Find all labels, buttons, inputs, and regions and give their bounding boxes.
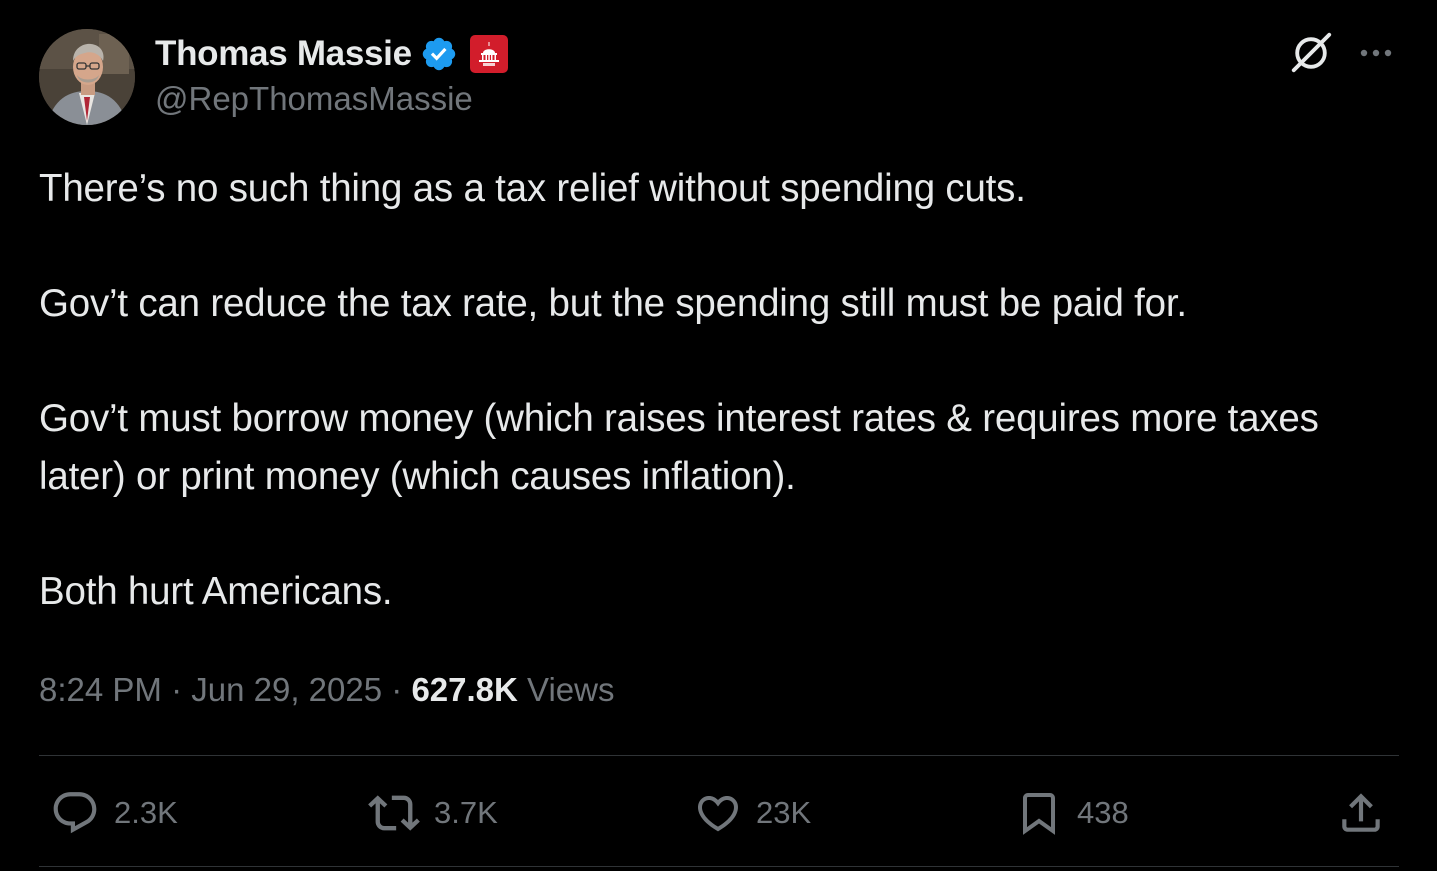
author-handle[interactable]: @RepThomasMassie [155, 80, 473, 118]
reply-count: 2.3K [114, 795, 178, 830]
tweet-time[interactable]: 8:24 PM [39, 671, 162, 708]
repost-button[interactable]: 3.7K [368, 786, 498, 840]
tweet-paragraph: Gov’t can reduce the tax rate, but the s… [39, 282, 1187, 325]
like-button[interactable]: 23K [694, 786, 811, 840]
divider [39, 866, 1399, 867]
tweet-text: There’s no such thing as a tax relief wi… [39, 160, 1399, 678]
avatar[interactable] [39, 29, 135, 125]
author-name-row: Thomas Massie [155, 32, 508, 76]
author-display-name[interactable]: Thomas Massie [155, 34, 412, 74]
meta-separator: · [171, 671, 183, 708]
meta-separator: · [391, 671, 403, 708]
tweet-paragraph: There’s no such thing as a tax relief wi… [39, 167, 1026, 210]
grok-icon[interactable] [1288, 30, 1334, 76]
divider [39, 755, 1399, 756]
verified-icon[interactable] [420, 35, 458, 73]
repost-count: 3.7K [434, 795, 498, 830]
tweet-meta: 8:24 PM · Jun 29, 2025 · 627.8K Views [39, 666, 614, 714]
avatar-image [39, 29, 135, 125]
tweet-paragraph: Gov’t must borrow money (which raises in… [39, 397, 1319, 498]
bookmark-button[interactable]: 438 [1015, 786, 1129, 840]
share-button[interactable] [1336, 786, 1386, 840]
reply-button[interactable]: 2.3K [50, 786, 178, 840]
bookmark-count: 438 [1077, 795, 1129, 830]
tweet-paragraph: Both hurt Americans. [39, 570, 393, 613]
heart-icon [697, 796, 739, 832]
like-count: 23K [756, 795, 812, 830]
views-count[interactable]: 627.8K [411, 671, 517, 708]
tweet-card: Thomas Massie @RepThomasMassie There’s n… [0, 0, 1437, 871]
share-icon [1342, 793, 1380, 832]
tweet-date[interactable]: Jun 29, 2025 [191, 671, 382, 708]
capitol-affiliate-badge[interactable] [469, 35, 508, 73]
views-label: Views [527, 671, 615, 708]
reply-icon [53, 792, 97, 834]
more-icon[interactable] [1356, 38, 1396, 68]
bookmark-icon [1023, 793, 1055, 835]
repost-icon [368, 795, 420, 831]
capitol-icon [478, 42, 499, 66]
